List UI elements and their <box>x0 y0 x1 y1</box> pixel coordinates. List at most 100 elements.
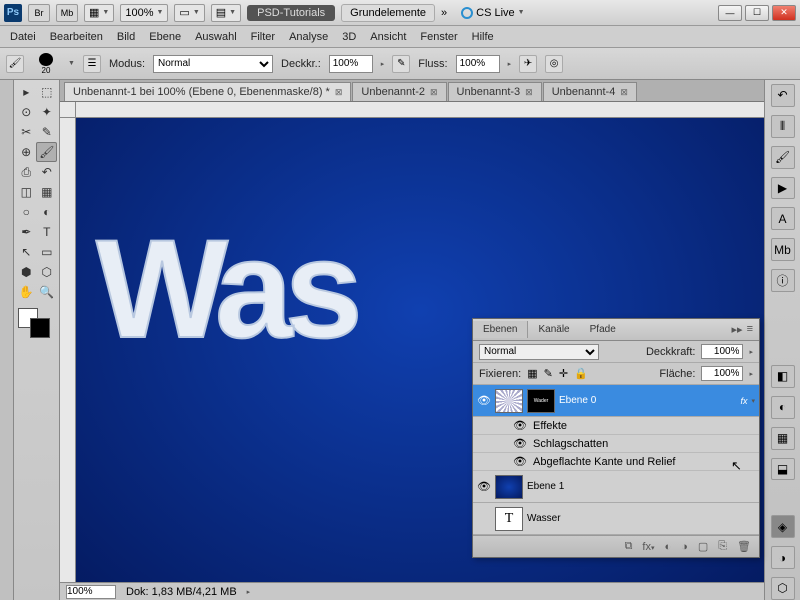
layer-thumb[interactable] <box>495 475 523 499</box>
layer-name[interactable]: Wasser <box>527 513 755 524</box>
history-brush-tool[interactable]: ↶ <box>37 162 58 182</box>
lock-pixels-icon[interactable]: ✎ <box>544 367 553 380</box>
visibility-icon[interactable]: 👁 <box>513 437 527 451</box>
fx-menu-icon[interactable]: fx▾ <box>642 541 654 553</box>
panel-collapse-icon[interactable]: ▸▸ <box>732 323 743 336</box>
crop-tool[interactable]: ✂ <box>16 122 37 142</box>
close-icon[interactable]: ⊠ <box>620 87 628 98</box>
pressure-size-icon[interactable]: ◎ <box>545 55 563 73</box>
layer-thumb[interactable] <box>495 389 523 413</box>
layer-name[interactable]: Ebene 1 <box>527 481 755 492</box>
blend-mode-select[interactable]: Normal <box>153 55 273 73</box>
panel-paths-icon[interactable]: ⬡ <box>771 577 795 600</box>
shape-tool[interactable]: ▭ <box>37 242 58 262</box>
layer-blend-select[interactable]: Normal <box>479 344 599 360</box>
panel-swatches-icon[interactable]: ⫴ <box>771 115 795 138</box>
flaeche-input[interactable] <box>701 366 743 381</box>
extras-dropdown[interactable]: ▤▼ <box>211 4 241 22</box>
menu-ebene[interactable]: Ebene <box>149 31 181 43</box>
visibility-icon[interactable]: 👁 <box>477 480 491 494</box>
cslive-button[interactable]: CS Live▼ <box>461 7 524 19</box>
ruler-vertical[interactable] <box>60 118 76 600</box>
panel-char-icon[interactable]: A <box>771 207 795 230</box>
menu-bearbeiten[interactable]: Bearbeiten <box>50 31 103 43</box>
zoom-dropdown[interactable]: 100%▼ <box>120 4 168 22</box>
deckkraft-input[interactable] <box>701 344 743 359</box>
layer-row[interactable]: 👁 Wader Ebene 0 fx ▾ <box>473 385 759 417</box>
mask-thumb[interactable]: Wader <box>527 389 555 413</box>
effects-header-row[interactable]: 👁 Effekte <box>473 417 759 435</box>
panel-layers-icon[interactable]: ◈ <box>771 515 795 538</box>
deckkraft-slider-icon[interactable]: ▸ <box>749 348 753 356</box>
zoom-field[interactable] <box>66 585 116 599</box>
brush-panel-toggle[interactable]: ☰ <box>83 55 101 73</box>
move-tool[interactable]: ▸ <box>16 82 37 102</box>
ruler-horizontal[interactable] <box>76 102 764 118</box>
opacity-dropdown-icon[interactable]: ▸ <box>381 60 385 68</box>
panel-color-icon[interactable]: ◐ <box>771 396 795 419</box>
layer-thumb[interactable]: T <box>495 507 523 531</box>
link-layers-icon[interactable]: ⧉ <box>625 540 633 553</box>
pressure-opacity-icon[interactable]: ✎ <box>392 55 410 73</box>
arrange-dropdown[interactable]: ▭▼ <box>174 4 204 22</box>
panel-mb-icon[interactable]: Mb <box>771 238 795 261</box>
tab-ebenen[interactable]: Ebenen <box>473 321 528 338</box>
menu-hilfe[interactable]: Hilfe <box>472 31 494 43</box>
layer-row[interactable]: T Wasser <box>473 503 759 535</box>
window-close-button[interactable]: ✕ <box>772 5 796 21</box>
3d-cam-tool[interactable]: ⬡ <box>37 262 58 282</box>
menu-datei[interactable]: Datei <box>10 31 36 43</box>
panel-history-icon[interactable]: ↶ <box>771 84 795 107</box>
heal-tool[interactable]: ⊕ <box>16 142 36 162</box>
mask-icon[interactable]: ◐ <box>665 541 672 553</box>
doctab-1[interactable]: Unbenannt-1 bei 100% (Ebene 0, Ebenenmas… <box>64 82 351 101</box>
workspace-psdtutorials-button[interactable]: PSD-Tutorials <box>247 5 335 21</box>
menu-ansicht[interactable]: Ansicht <box>370 31 406 43</box>
lock-transparency-icon[interactable]: ▦ <box>527 367 537 380</box>
path-tool[interactable]: ↖ <box>16 242 37 262</box>
opacity-input[interactable] <box>329 55 373 73</box>
gradient-tool[interactable]: ▦ <box>37 182 58 202</box>
new-layer-icon[interactable]: ⎘ <box>718 540 727 553</box>
doctab-2[interactable]: Unbenannt-2⊠ <box>352 82 446 101</box>
blur-tool[interactable]: ○ <box>16 202 37 222</box>
fx-badge[interactable]: fx <box>740 396 747 406</box>
zoom-tool[interactable]: 🔍 <box>37 282 58 302</box>
brush-dropdown-icon[interactable]: ▼ <box>68 60 75 67</box>
visibility-icon[interactable]: 👁 <box>513 419 527 433</box>
panel-channels-icon[interactable]: ◑ <box>771 546 795 569</box>
menu-bild[interactable]: Bild <box>117 31 135 43</box>
wand-tool[interactable]: ✦ <box>37 102 58 122</box>
pen-tool[interactable]: ✒ <box>16 222 37 242</box>
effect-row[interactable]: 👁 Schlagschatten <box>473 435 759 453</box>
lock-all-icon[interactable]: 🔒 <box>574 367 588 380</box>
tab-pfade[interactable]: Pfade <box>580 321 626 338</box>
dodge-tool[interactable]: ◐ <box>37 202 58 222</box>
eyedropper-tool[interactable]: ✎ <box>37 122 58 142</box>
color-swatches[interactable] <box>16 308 56 344</box>
minibridge-button[interactable]: Mb <box>56 4 78 22</box>
layer-name[interactable]: Ebene 0 <box>559 395 736 406</box>
panel-adjust-icon[interactable]: ⬓ <box>771 458 795 481</box>
flow-dropdown-icon[interactable]: ▸ <box>508 60 512 68</box>
eraser-tool[interactable]: ◫ <box>16 182 37 202</box>
screen-mode-dropdown[interactable]: ▦▼ <box>84 4 114 22</box>
panel-nav-icon[interactable]: ◧ <box>771 365 795 388</box>
fx-expand-icon[interactable]: ▾ <box>751 397 755 405</box>
marquee-tool[interactable]: ⬚ <box>37 82 58 102</box>
statusbar-menu-icon[interactable]: ▸ <box>247 588 251 596</box>
background-swatch[interactable] <box>30 318 50 338</box>
close-icon[interactable]: ⊠ <box>525 87 533 98</box>
menu-analyse[interactable]: Analyse <box>289 31 328 43</box>
brush-preset-picker[interactable]: 20 <box>32 53 60 75</box>
panel-menu-icon[interactable]: ≡ <box>747 323 753 336</box>
close-icon[interactable]: ⊠ <box>335 87 343 98</box>
menu-fenster[interactable]: Fenster <box>420 31 457 43</box>
hand-tool[interactable]: ✋ <box>16 282 37 302</box>
tab-kanaele[interactable]: Kanäle <box>528 321 579 338</box>
trash-icon[interactable]: 🗑 <box>737 540 751 553</box>
panel-brush-icon[interactable]: 🖌 <box>771 146 795 169</box>
type-tool[interactable]: T <box>37 222 58 242</box>
brush-tool[interactable]: 🖌 <box>36 142 57 162</box>
airbrush-icon[interactable]: ✈ <box>519 55 537 73</box>
